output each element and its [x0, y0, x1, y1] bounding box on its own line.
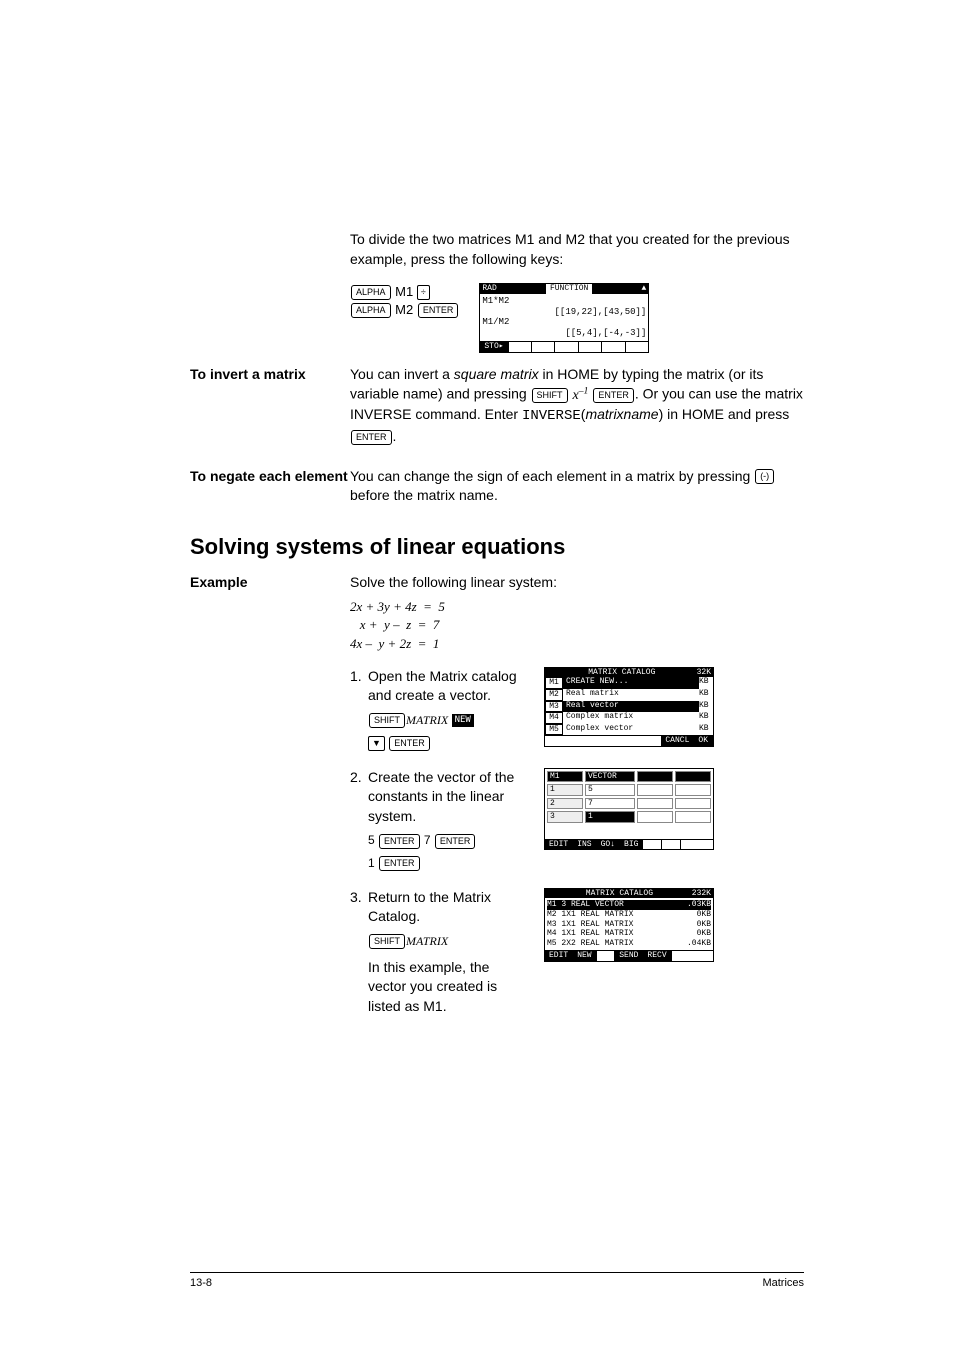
enter-key: ENTER [379, 856, 420, 871]
invert-body: You can invert a square matrix in HOME b… [350, 365, 804, 447]
key-sequence-divide: ALPHA M1 ÷ ALPHA M2 ENTER [350, 283, 459, 319]
section-title-solving: Solving systems of linear equations [190, 532, 804, 563]
step-3: 3.Return to the Matrix Catalog. SHIFTMAT… [350, 888, 530, 1017]
negate-heading: To negate each element [190, 467, 350, 506]
enter-key: ENTER [389, 736, 430, 751]
calculator-screen-4: MATRIX CATALOG232K M1 3 REAL VECTOR.03KB… [544, 888, 714, 962]
alpha-key: ALPHA [351, 285, 391, 300]
enter-key: ENTER [379, 834, 420, 849]
down-arrow-key: ▼ [368, 736, 385, 751]
enter-key: ENTER [351, 430, 392, 445]
calculator-screen-2: MATRIX CATALOG32K M1CREATE NEW...KB M2Re… [544, 667, 714, 747]
negate-key: (-) [755, 469, 774, 484]
page-number: 13-8 [190, 1276, 212, 1291]
example-label: Example [190, 573, 350, 593]
shift-key: SHIFT [369, 713, 405, 728]
alpha-key: ALPHA [351, 303, 391, 318]
step-2: 2.Create the vector of the constants in … [350, 768, 530, 872]
page-footer: 13-8 Matrices [190, 1272, 804, 1291]
shift-key: SHIFT [532, 388, 568, 403]
shift-key: SHIFT [369, 934, 405, 949]
enter-key: ENTER [435, 834, 476, 849]
equation-system: 2x + 3y + 4z = 5 x + y – z = 7 4x – y + … [350, 598, 804, 653]
divide-key: ÷ [417, 285, 430, 300]
enter-key: ENTER [593, 388, 634, 403]
new-softkey: NEW [452, 714, 474, 727]
invert-heading: To invert a matrix [190, 365, 350, 447]
chapter-title: Matrices [762, 1276, 804, 1291]
intro-paragraph: To divide the two matrices M1 and M2 tha… [350, 230, 804, 269]
example-intro: Solve the following linear system: [350, 573, 804, 593]
calculator-screen-1: RAD FUNCTION ▲ M1*M2 [[19,22],[43,50]] M… [479, 283, 649, 352]
calculator-screen-3: M1VECTOR 15 27 31 EDITINSGO↓BIG [544, 768, 714, 851]
step-1: 1.Open the Matrix catalog and create a v… [350, 667, 530, 752]
enter-key: ENTER [418, 303, 459, 318]
negate-body: You can change the sign of each element … [350, 467, 804, 506]
